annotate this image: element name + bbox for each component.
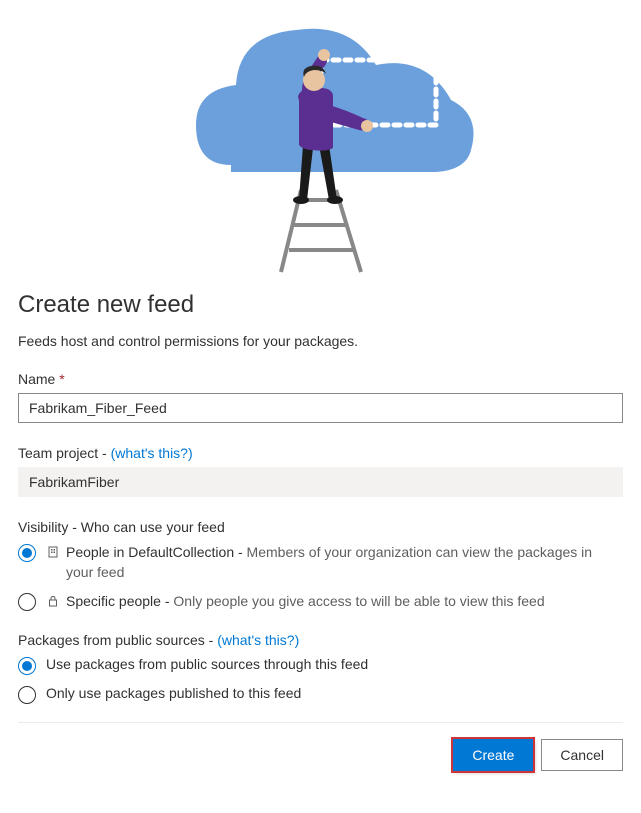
visibility-org-radio[interactable] [18,544,36,562]
name-input[interactable] [18,393,623,423]
visibility-label: Visibility - Who can use your feed [18,519,623,535]
divider [18,722,623,723]
public-sources-only-radio[interactable] [18,686,36,704]
team-project-field: FabrikamFiber [18,467,623,497]
hero-illustration [18,0,623,285]
required-indicator: * [59,371,64,387]
public-sources-help-link[interactable]: (what's this?) [217,632,299,648]
public-sources-use-radio[interactable] [18,657,36,675]
visibility-specific-label: Specific people - Only people you give a… [66,592,545,612]
page-title: Create new feed [18,291,623,319]
lock-icon [46,594,60,608]
org-icon [46,545,60,559]
public-sources-only-label: Only use packages published to this feed [46,685,301,701]
team-project-help-link[interactable]: (what's this?) [111,445,193,461]
team-project-label: Team project - (what's this?) [18,445,623,461]
cancel-button[interactable]: Cancel [541,739,623,771]
public-sources-label: Packages from public sources - (what's t… [18,632,623,648]
name-label: Name * [18,371,623,387]
visibility-specific-radio[interactable] [18,593,36,611]
public-sources-use-label: Use packages from public sources through… [46,656,368,672]
visibility-org-label: People in DefaultCollection - Members of… [66,543,623,582]
page-subtitle: Feeds host and control permissions for y… [18,333,623,349]
create-button[interactable]: Create [453,739,533,771]
